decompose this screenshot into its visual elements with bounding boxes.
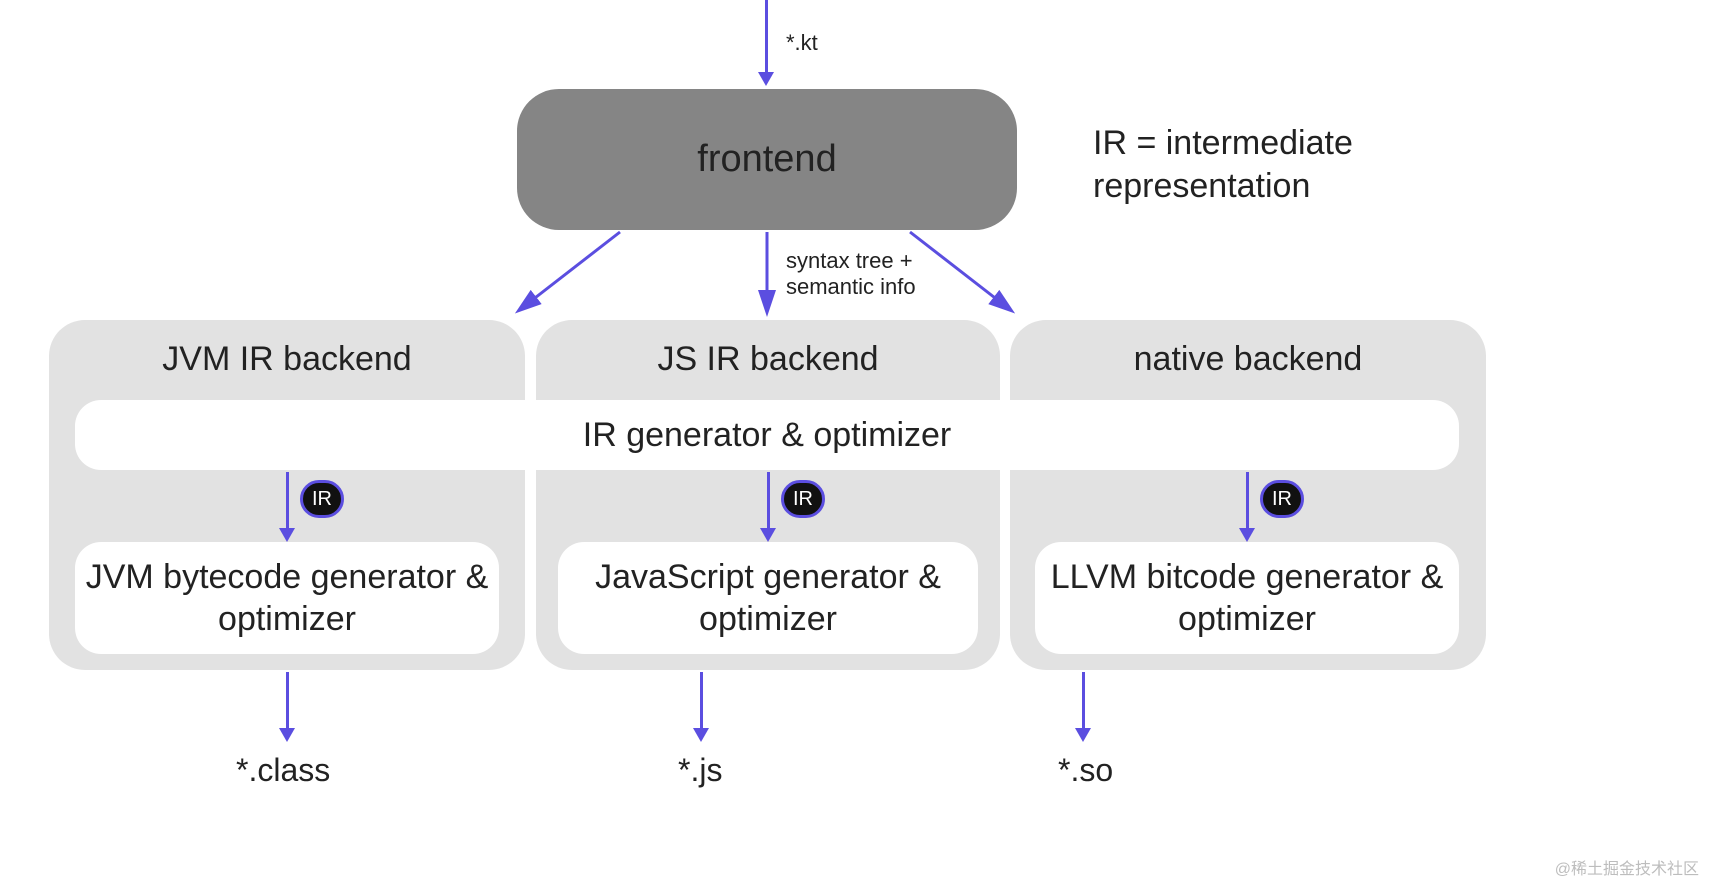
arrowhead-ir-jvm	[279, 528, 295, 542]
arrow-ir-native	[1246, 472, 1249, 532]
inner-native-box: LLVM bitcode generator & optimizer	[1035, 542, 1459, 654]
ir-badge-jvm-text: IR	[312, 488, 332, 511]
ir-badge-js-text: IR	[793, 488, 813, 511]
arrow-out-jvm	[286, 672, 289, 730]
inner-native-label: LLVM bitcode generator & optimizer	[1035, 556, 1459, 641]
syntax-line1: syntax tree +	[786, 248, 916, 274]
watermark: @稀土掘金技术社区	[1555, 855, 1699, 879]
output-native: *.so	[1058, 752, 1113, 789]
ir-generator-label: IR generator & optimizer	[583, 416, 952, 455]
inner-jvm-box: JVM bytecode generator & optimizer	[75, 542, 499, 654]
output-js: *.js	[678, 752, 722, 789]
arrowhead-out-jvm	[279, 728, 295, 742]
arrowhead-out-native	[1075, 728, 1091, 742]
arrow-out-native	[1082, 672, 1085, 730]
arrow-ir-jvm	[286, 472, 289, 532]
ir-badge-jvm: IR	[300, 480, 344, 518]
arrowhead-ir-js	[760, 528, 776, 542]
arrowhead-out-js	[693, 728, 709, 742]
backend-native-title: native backend	[1010, 340, 1486, 379]
backend-js-title: JS IR backend	[536, 340, 1000, 379]
ir-generator-bar: IR generator & optimizer	[75, 400, 1459, 470]
arrow-ir-js	[767, 472, 770, 532]
arrowhead-ir-native	[1239, 528, 1255, 542]
syntax-line2: semantic info	[786, 274, 916, 300]
syntax-label: syntax tree + semantic info	[786, 248, 916, 301]
backend-jvm-title: JVM IR backend	[49, 340, 525, 379]
inner-jvm-label: JVM bytecode generator & optimizer	[75, 556, 499, 641]
ir-badge-native: IR	[1260, 480, 1304, 518]
output-jvm: *.class	[236, 752, 330, 789]
ir-badge-native-text: IR	[1272, 488, 1292, 511]
arrow-out-js	[700, 672, 703, 730]
inner-js-label: JavaScript generator & optimizer	[558, 556, 978, 641]
ir-badge-js: IR	[781, 480, 825, 518]
inner-js-box: JavaScript generator & optimizer	[558, 542, 978, 654]
